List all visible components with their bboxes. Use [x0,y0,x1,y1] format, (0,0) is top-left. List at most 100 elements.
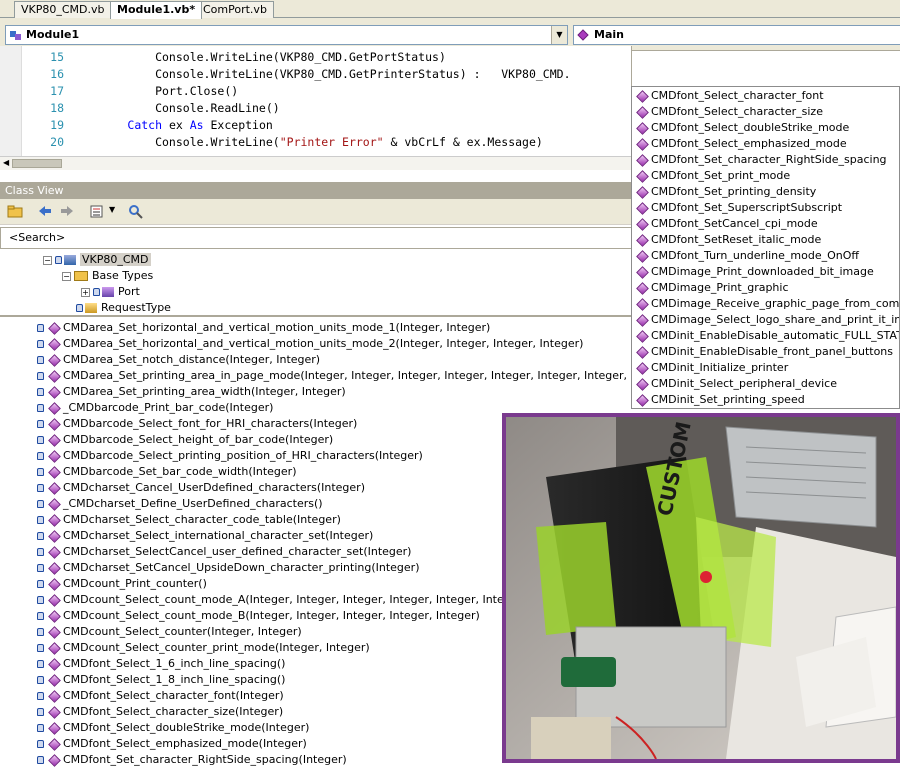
expand-icon[interactable]: + [81,288,90,297]
completion-item[interactable]: CMDinit_EnableDisable_front_panel_button… [635,344,893,360]
tree-item-base-types[interactable]: − Base Types [62,269,153,283]
member-list-item[interactable]: CMDcharset_SelectCancel_user_defined_cha… [37,544,411,560]
tree-item-port[interactable]: + Port [81,285,140,299]
completion-item[interactable]: CMDfont_Set_character_RightSide_spacing [635,152,887,168]
member-list-item[interactable]: CMDfont_Select_1_8_inch_line_spacing() [37,672,285,688]
code-token: Console.WriteLine(VKP80_CMD.GetPrinterSt… [72,67,571,81]
method-icon [636,153,649,167]
method-icon [636,185,649,199]
back-arrow-icon[interactable] [36,203,54,220]
sort-options-icon[interactable] [88,203,106,220]
code-line[interactable]: Console.WriteLine(VKP80_CMD.GetPortStatu… [72,50,446,64]
tree-item-request-type[interactable]: RequestType [76,301,171,315]
completion-item[interactable]: CMDimage_Print_downloaded_bit_image [635,264,874,280]
completion-item[interactable]: CMDfont_Set_SuperscriptSubscript [635,200,842,216]
member-list-item[interactable]: CMDarea_Set_horizontal_and_vertical_moti… [37,336,583,352]
member-label: CMDcharset_Cancel_UserDdefined_character… [63,481,366,494]
completion-item[interactable]: CMDfont_SetCancel_cpi_mode [635,216,818,232]
horizontal-scrollbar[interactable]: ◀ [0,156,632,170]
class-name-combo[interactable]: Module1 ▼ [5,25,568,45]
line-number: 19 [50,118,64,132]
code-editor[interactable]: 15 Console.WriteLine(VKP80_CMD.GetPortSt… [0,46,632,170]
completion-item[interactable]: CMDimage_Print_graphic [635,280,789,296]
code-token: Console.WriteLine(VKP80_CMD.GetPortStatu… [72,50,446,64]
scroll-left-icon[interactable]: ◀ [3,158,9,167]
member-list-item[interactable]: CMDfont_Set_character_RightSide_spacing(… [37,752,347,768]
class-icon [102,287,114,297]
tab-vkp80-cmd[interactable]: VKP80_CMD.vb [14,1,112,18]
lock-icon [37,516,44,524]
member-list-item[interactable]: CMDarea_Set_notch_distance(Integer, Inte… [37,352,320,368]
completion-item[interactable]: CMDfont_Select_character_font [635,88,824,104]
member-label: CMDcount_Select_count_mode_B(Integer, In… [63,609,480,622]
member-list-item[interactable]: CMDbarcode_Select_printing_position_of_H… [37,448,423,464]
member-list-item[interactable]: CMDcount_Print_counter() [37,576,207,592]
tab-module1[interactable]: Module1.vb* [110,1,203,19]
member-list-item[interactable]: CMDfont_Select_emphasized_mode(Integer) [37,736,307,752]
method-icon [48,625,61,639]
completion-item[interactable]: CMDinit_Set_printing_speed [635,392,805,408]
completion-item[interactable]: CMDimage_Receive_graphic_page_from_commu… [635,296,899,312]
collapse-icon[interactable]: − [62,272,71,281]
member-list-item[interactable]: CMDfont_Select_1_6_inch_line_spacing() [37,656,285,672]
code-line[interactable]: Catch ex As Exception [72,118,272,132]
member-list-item[interactable]: CMDcharset_Select_character_code_table(I… [37,512,341,528]
find-symbol-icon[interactable] [127,203,145,220]
member-label: CMDarea_Set_horizontal_and_vertical_moti… [63,337,584,350]
member-label: CMDfont_Set_character_RightSide_spacing(… [63,753,347,766]
member-list-item[interactable]: CMDarea_Set_horizontal_and_vertical_moti… [37,320,490,336]
member-list-item[interactable]: CMDcharset_Cancel_UserDdefined_character… [37,480,365,496]
method-icon [636,265,649,279]
method-name-combo[interactable]: Main [573,25,900,45]
completion-item[interactable]: CMDimage_Select_logo_share_and_print_it_… [635,312,899,328]
member-list-item[interactable]: CMDcount_Select_counter_print_mode(Integ… [37,640,370,656]
lock-icon [37,532,44,540]
member-list-item[interactable]: CMDbarcode_Select_font_for_HRI_character… [37,416,357,432]
member-list-item[interactable]: _CMDbarcode_Print_bar_code(Integer) [37,400,273,416]
code-line[interactable]: Console.WriteLine("Printer Error" & vbCr… [72,135,543,149]
class-view-search-input[interactable]: <Search> [0,227,632,249]
scroll-thumb[interactable] [12,159,62,168]
member-label: _CMDbarcode_Print_bar_code(Integer) [63,401,274,414]
method-icon [48,657,61,671]
code-line[interactable]: Port.Close() [72,84,238,98]
completion-item[interactable]: CMDinit_Select_peripheral_device [635,376,837,392]
completion-item[interactable]: CMDfont_Turn_underline_mode_OnOff [635,248,859,264]
chevron-down-icon[interactable]: ▼ [109,205,115,214]
tree-item-vkp80-cmd[interactable]: − VKP80_CMD [43,253,151,267]
completion-item[interactable]: CMDfont_Set_print_mode [635,168,790,184]
code-line[interactable]: Console.WriteLine(VKP80_CMD.GetPrinterSt… [72,67,571,81]
member-list-item[interactable]: CMDarea_Set_printing_area_in_page_mode(I… [37,368,674,384]
completion-item[interactable]: CMDinit_EnableDisable_automatic_FULL_STA… [635,328,899,344]
member-list-item[interactable]: CMDcharset_Select_international_characte… [37,528,373,544]
member-list-item[interactable]: CMDfont_Select_character_font(Integer) [37,688,284,704]
method-icon [48,689,61,703]
intellisense-completion-list[interactable]: CMDfont_Select_character_font CMDfont_Sel… [631,86,900,409]
member-list-item[interactable]: CMDarea_Set_printing_area_width(Integer,… [37,384,346,400]
member-list-item[interactable]: CMDcount_Select_counter(Integer, Integer… [37,624,302,640]
code-line[interactable]: Console.ReadLine() [72,101,280,115]
member-list-item[interactable]: CMDcount_Select_count_mode_B(Integer, In… [37,608,480,624]
completion-item[interactable]: CMDfont_Select_doubleStrike_mode [635,120,849,136]
member-list-item[interactable]: CMDbarcode_Set_bar_code_width(Integer) [37,464,296,480]
completion-item[interactable]: CMDfont_Select_emphasized_mode [635,136,847,152]
completion-item[interactable]: CMDfont_SetReset_italic_mode [635,232,821,248]
forward-arrow-icon[interactable] [58,203,76,220]
chevron-down-icon[interactable]: ▼ [551,26,567,44]
member-list-item[interactable]: CMDcharset_SetCancel_UpsideDown_characte… [37,560,420,576]
collapse-icon[interactable]: − [43,256,52,265]
completion-item[interactable]: CMDfont_Set_printing_density [635,184,816,200]
member-list-item[interactable]: CMDfont_Select_character_size(Integer) [37,704,283,720]
member-list-item[interactable]: CMDbarcode_Select_height_of_bar_code(Int… [37,432,333,448]
code-token: Catch [127,118,163,132]
folder-icon[interactable] [6,203,24,220]
completion-label: CMDfont_SetReset_italic_mode [651,233,822,246]
member-list-item[interactable]: CMDfont_Select_doubleStrike_mode(Integer… [37,720,309,736]
member-list-item[interactable]: CMDcount_Select_count_mode_A(Integer, In… [37,592,526,608]
member-list-item[interactable]: _CMDcharset_Define_UserDefined_character… [37,496,323,512]
completion-item[interactable]: CMDinit_Initialize_printer [635,360,788,376]
tab-comport[interactable]: ComPort.vb [196,1,274,18]
method-icon [636,121,649,135]
completion-item[interactable]: CMDfont_Select_character_size [635,104,823,120]
completion-label: CMDinit_Set_printing_speed [651,393,805,406]
